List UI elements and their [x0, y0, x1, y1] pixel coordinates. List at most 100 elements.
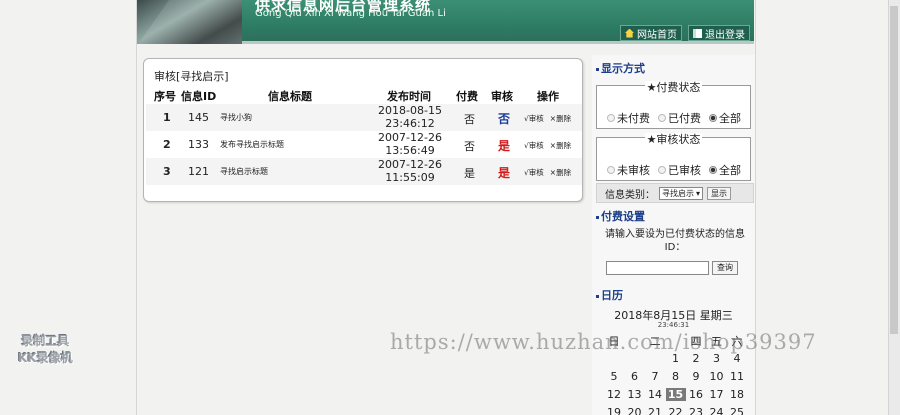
header-nav: 网站首页 退出登录 — [620, 25, 750, 41]
logout-link[interactable]: 退出登录 — [688, 25, 750, 41]
radio-paid-label: 已付费 — [668, 112, 701, 125]
col-audit: 审核 — [491, 90, 513, 103]
row-time: 2018-08-15 23:46:12 — [378, 104, 442, 130]
calendar-day[interactable]: 10 — [707, 370, 727, 383]
recorder-watermark-line1: 录制工具 — [21, 334, 70, 348]
calendar-title: 日历 — [596, 287, 623, 303]
delete-link[interactable]: ×删除 — [550, 140, 571, 151]
radio-unaudited[interactable]: 未审核 — [607, 162, 650, 178]
calendar-day[interactable]: 7 — [645, 370, 665, 383]
row-date: 2018-08-15 — [378, 104, 442, 117]
site-header: 供求信息网后台管理系统 Gong Qiu Xin Xi Wang Hou Tai… — [137, 0, 754, 44]
calendar-day[interactable]: 18 — [727, 388, 747, 401]
calendar-day[interactable]: 24 — [707, 406, 727, 415]
calendar-day[interactable]: 6 — [625, 370, 645, 383]
audit-status-legend: ★审核状态 — [597, 131, 750, 147]
row-ops: √审核 ×删除 — [524, 167, 571, 178]
row-title: 寻找小狗 — [220, 113, 252, 122]
calendar-day[interactable]: 11 — [727, 370, 747, 383]
row-paid: 否 — [464, 140, 475, 153]
radio-unaudited-label: 未审核 — [617, 164, 650, 177]
radio-audit-all-dot — [709, 166, 717, 174]
dropdown-arrow-icon: ▾ — [696, 188, 701, 198]
category-label: 信息类别： — [605, 189, 655, 201]
radio-pay-all[interactable]: 全部 — [709, 110, 741, 126]
audit-link[interactable]: √审核 — [524, 167, 544, 178]
calendar-clock: 23:46:31 — [657, 321, 690, 329]
calendar-day[interactable]: 19 — [604, 406, 624, 415]
scrollbar-thumb[interactable] — [890, 6, 898, 334]
col-title: 信息标题 — [268, 90, 312, 103]
row-seq: 3 — [163, 165, 171, 178]
pay-status-group: ★付费状态 未付费 已付费 全部 — [596, 81, 751, 129]
delete-link[interactable]: ×删除 — [550, 113, 571, 124]
calendar-day[interactable]: 16 — [686, 388, 706, 401]
calendar-day[interactable]: 9 — [686, 370, 706, 383]
logout-link-label: 退出登录 — [705, 29, 745, 41]
calendar-day[interactable]: 21 — [645, 406, 665, 415]
radio-pay-all-dot — [709, 114, 717, 122]
category-select[interactable]: 寻找启示 ▾ — [659, 186, 704, 200]
audit-link[interactable]: √审核 — [524, 140, 544, 151]
url-watermark: https://www.huzhan.com/ishop39397 — [390, 330, 817, 354]
calendar-day[interactable]: 25 — [727, 406, 747, 415]
row-audit-status: 是 — [498, 139, 511, 153]
calendar-day[interactable]: 13 — [625, 388, 645, 401]
display-mode-title: 显示方式 — [596, 60, 645, 76]
calendar-day[interactable]: 22 — [666, 406, 686, 415]
radio-unpaid[interactable]: 未付费 — [607, 110, 650, 126]
radio-audit-all[interactable]: 全部 — [709, 162, 741, 178]
header-pinyin: Gong Qiu Xin Xi Wang Hou Tai Guan Li — [255, 8, 446, 19]
calendar-day[interactable]: 12 — [604, 388, 624, 401]
pay-status-radios: 未付费 已付费 全部 — [607, 110, 741, 126]
delete-link[interactable]: ×删除 — [550, 167, 571, 178]
calendar-day[interactable]: 17 — [707, 388, 727, 401]
home-icon — [625, 28, 634, 38]
col-time: 发布时间 — [387, 90, 431, 103]
audit-link[interactable]: √审核 — [524, 113, 544, 124]
pay-setting-hint: 请输入要设为已付费状态的信息ID： — [605, 229, 745, 253]
pay-id-input[interactable] — [606, 261, 709, 275]
table-row: 2 133 发布寻找启示标题 2007-12-26 13:56:49 否 是 √审… — [146, 131, 582, 158]
calendar-day-today[interactable]: 15 — [665, 388, 686, 401]
col-seq: 序号 — [154, 90, 176, 103]
audit-status-radios: 未审核 已审核 全部 — [607, 162, 741, 178]
row-time: 2007-12-26 13:56:49 — [378, 131, 442, 157]
calendar-day[interactable]: 20 — [625, 406, 645, 415]
calendar-day[interactable]: 23 — [686, 406, 706, 415]
radio-audit-all-label: 全部 — [719, 164, 741, 177]
row-clock: 23:46:12 — [385, 117, 435, 130]
row-date: 2007-12-26 — [378, 131, 442, 144]
col-paid: 付费 — [456, 90, 478, 103]
table-row: 3 121 寻找启示标题 2007-12-26 11:55:09 是 是 √审核 … — [146, 158, 582, 185]
show-button[interactable]: 显示 — [707, 186, 732, 200]
radio-paid[interactable]: 已付费 — [658, 110, 701, 126]
category-select-value: 寻找启示 — [662, 188, 694, 198]
radio-audited-dot — [658, 166, 666, 174]
radio-pay-all-label: 全部 — [719, 112, 741, 125]
pay-status-legend-text: ★付费状态 — [644, 81, 703, 94]
calendar-day[interactable]: 14 — [645, 388, 665, 401]
row-time: 2007-12-26 11:55:09 — [378, 158, 442, 184]
row-clock: 13:56:49 — [385, 144, 435, 157]
page-left-border — [136, 0, 137, 415]
table-header: 序号 信息ID 信息标题 发布时间 付费 审核 操作 — [144, 86, 582, 104]
row-date: 2007-12-26 — [378, 158, 442, 171]
radio-audited-label: 已审核 — [668, 164, 701, 177]
calendar-day[interactable]: 5 — [604, 370, 624, 383]
radio-unpaid-dot — [607, 114, 615, 122]
calendar-day[interactable]: 8 — [666, 370, 686, 383]
row-title: 发布寻找启示标题 — [220, 140, 284, 149]
row-id: 121 — [188, 165, 209, 178]
home-link[interactable]: 网站首页 — [620, 25, 682, 41]
row-paid: 否 — [464, 113, 475, 126]
exit-icon — [693, 28, 702, 38]
audit-panel: 审核[寻找启示] 序号 信息ID 信息标题 发布时间 付费 审核 操作 1 14… — [143, 58, 583, 202]
radio-unaudited-dot — [607, 166, 615, 174]
radio-paid-dot — [658, 114, 666, 122]
col-ops: 操作 — [537, 90, 559, 103]
row-ops: √审核 ×删除 — [524, 113, 571, 124]
radio-audited[interactable]: 已审核 — [658, 162, 701, 178]
query-button[interactable]: 查询 — [712, 261, 738, 275]
row-seq: 1 — [163, 111, 171, 124]
